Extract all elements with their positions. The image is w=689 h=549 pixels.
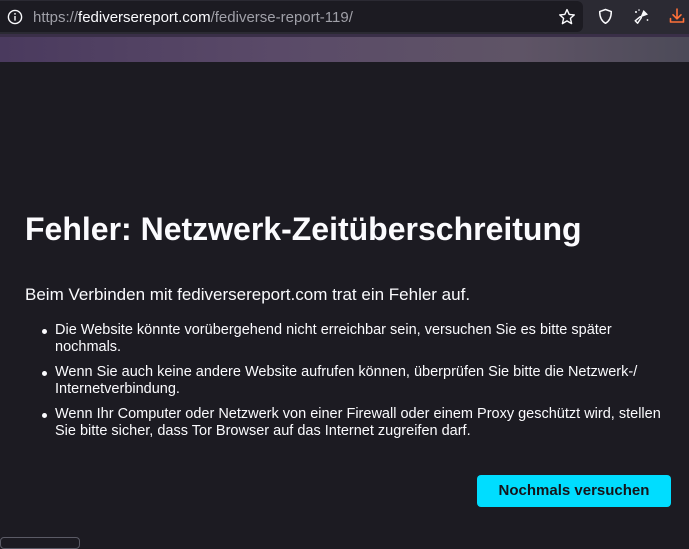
suggestion-item: Wenn Sie auch keine andere Website aufru… <box>25 364 680 398</box>
header-banner-edge <box>0 34 689 37</box>
url-host: fediversereport.com <box>78 9 211 26</box>
header-banner <box>0 34 689 62</box>
download-icon[interactable] <box>668 7 686 25</box>
suggestion-item: Die Website könnte vorübergehend nicht e… <box>25 322 680 356</box>
url-text[interactable]: https://fediversereport.com/fediverse-re… <box>33 9 353 26</box>
error-title: Fehler: Netzwerk-Zeitüberschreitung <box>25 211 582 247</box>
browser-toolbar: https://fediversereport.com/fediverse-re… <box>0 0 689 34</box>
info-icon[interactable] <box>7 9 23 25</box>
shield-icon[interactable] <box>597 8 614 25</box>
url-scheme: https:// <box>33 9 79 26</box>
address-bar[interactable]: https://fediversereport.com/fediverse-re… <box>0 1 583 32</box>
star-icon[interactable] <box>558 8 576 26</box>
status-panel-edge <box>0 537 80 549</box>
suggestion-item: Wenn Ihr Computer oder Netzwerk von eine… <box>25 406 680 440</box>
url-path: /fediverse-report-119/ <box>210 9 353 26</box>
retry-button[interactable]: Nochmals versuchen <box>477 475 671 507</box>
error-intro: Beim Verbinden mit fediversereport.com t… <box>25 285 471 304</box>
suggestion-list: Die Website könnte vorübergehend nicht e… <box>25 322 680 448</box>
brush-icon[interactable] <box>632 7 651 26</box>
